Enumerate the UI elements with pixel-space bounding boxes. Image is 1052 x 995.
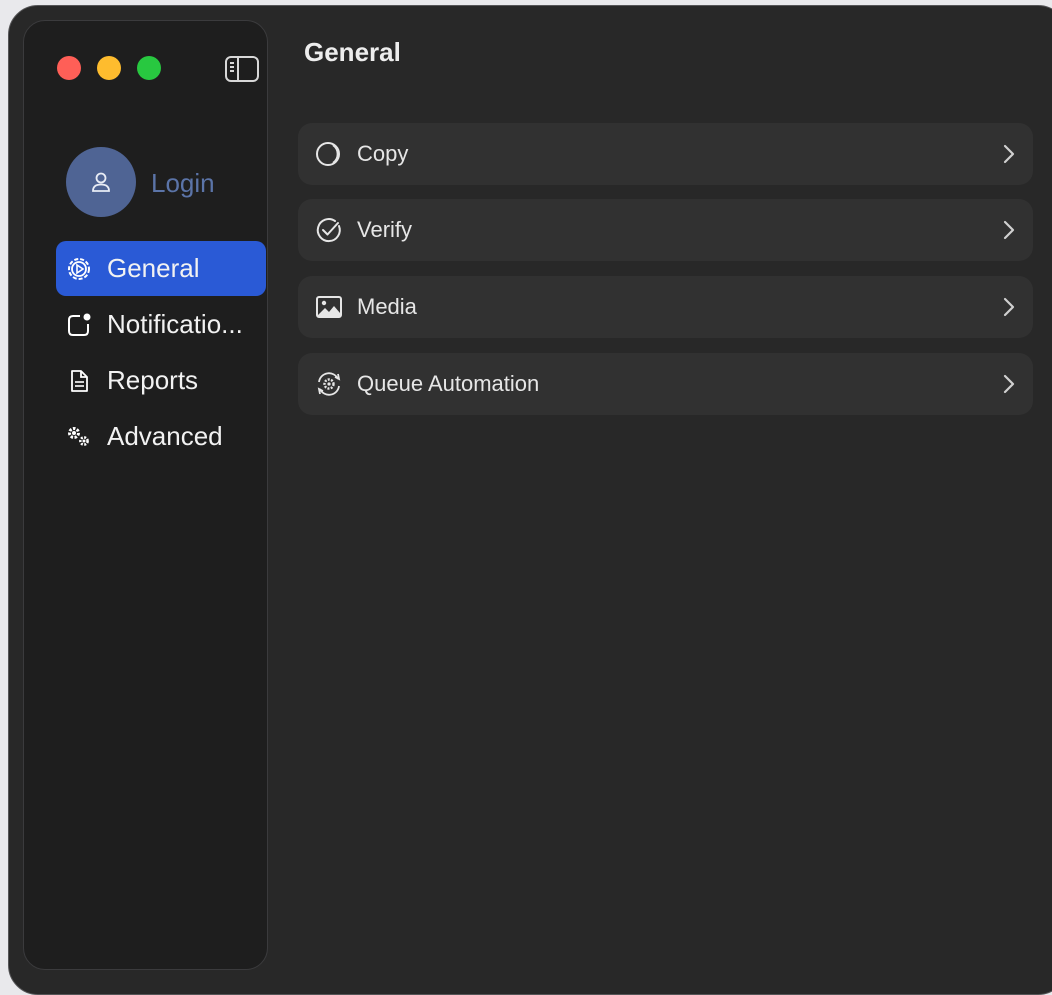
gears-icon <box>66 424 92 450</box>
chevron-right-icon <box>999 295 1019 319</box>
sidebar: Login General Notificatio... Reports Adv… <box>23 20 268 970</box>
sidebar-left-icon <box>225 56 259 82</box>
login-link[interactable]: Login <box>151 168 215 199</box>
person-icon <box>92 172 110 192</box>
chevron-right-icon <box>999 142 1019 166</box>
page-title: General <box>304 37 401 67</box>
gear-arrows-icon <box>314 369 344 399</box>
row-label: Media <box>357 294 417 319</box>
copy-circles-icon <box>314 139 344 169</box>
gear-icon <box>66 256 92 282</box>
avatar[interactable] <box>66 147 136 217</box>
sidebar-toggle-button[interactable] <box>224 55 260 83</box>
row-label: Queue Automation <box>357 371 540 396</box>
settings-row-media[interactable]: Media <box>298 276 1033 338</box>
zoom-button[interactable] <box>137 56 161 80</box>
settings-row-verify[interactable]: Verify <box>298 199 1033 261</box>
minimize-button[interactable] <box>97 56 121 80</box>
sidebar-item-label: Reports <box>107 365 199 395</box>
sidebar-item-label: Notificatio... <box>107 309 243 339</box>
photo-icon <box>314 292 344 322</box>
settings-window: Login General Notificatio... Reports Adv… <box>8 5 1052 995</box>
close-button[interactable] <box>57 56 81 80</box>
sidebar-item-notifications[interactable]: Notificatio... <box>56 297 266 352</box>
notification-badge-icon <box>66 312 92 338</box>
document-icon <box>66 368 92 394</box>
row-label: Copy <box>357 141 409 166</box>
sidebar-item-label: Advanced <box>107 421 223 451</box>
chevron-right-icon <box>999 218 1019 242</box>
row-label: Verify <box>357 217 413 242</box>
checkmark-circle-icon <box>314 215 344 245</box>
settings-row-copy[interactable]: Copy <box>298 123 1033 185</box>
settings-row-queue-automation[interactable]: Queue Automation <box>298 353 1033 415</box>
sidebar-item-advanced[interactable]: Advanced <box>56 409 266 464</box>
sidebar-item-reports[interactable]: Reports <box>56 353 266 408</box>
sidebar-item-label: General <box>107 253 200 283</box>
sidebar-item-general[interactable]: General <box>56 241 266 296</box>
chevron-right-icon <box>999 372 1019 396</box>
